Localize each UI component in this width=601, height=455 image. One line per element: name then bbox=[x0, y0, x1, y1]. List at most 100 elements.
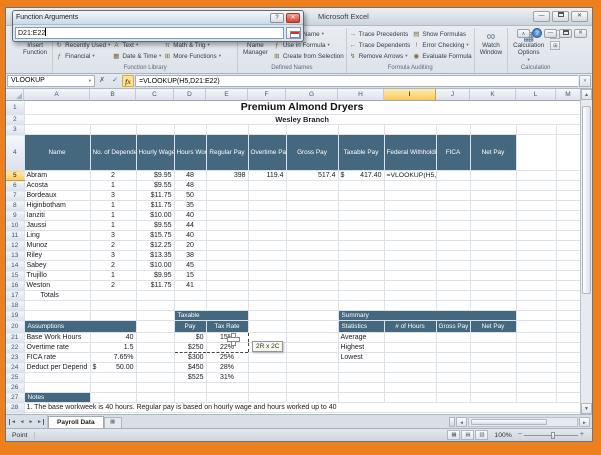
cell[interactable] bbox=[556, 291, 580, 301]
cell-overtime-pay[interactable]: 119.4 bbox=[248, 171, 286, 181]
cell[interactable] bbox=[556, 211, 580, 221]
totals-label-cell[interactable]: Totals bbox=[24, 291, 90, 301]
header-net[interactable]: Net Pay bbox=[470, 135, 516, 171]
tab-last-icon[interactable]: ► bbox=[36, 419, 44, 425]
insert-function-fx-button[interactable]: fx bbox=[122, 75, 134, 87]
cell[interactable] bbox=[436, 393, 470, 403]
show-formulas-button[interactable]: ▤Show Formulas bbox=[412, 29, 471, 39]
financial-button[interactable]: ƒFinancial▾ bbox=[55, 51, 110, 61]
workbook-minimize-icon[interactable]: — bbox=[544, 29, 557, 38]
cell[interactable] bbox=[248, 383, 286, 393]
cell-name[interactable]: Bordeaux bbox=[24, 191, 90, 201]
row-header[interactable]: 3 bbox=[6, 125, 24, 135]
column-header-f[interactable]: F bbox=[248, 89, 286, 101]
cell-hours[interactable]: 48 bbox=[174, 171, 206, 181]
cell[interactable] bbox=[470, 221, 516, 231]
column-header-k[interactable]: K bbox=[470, 89, 516, 101]
scroll-down-icon[interactable]: ▼ bbox=[581, 403, 592, 414]
cell[interactable] bbox=[206, 221, 248, 231]
cell[interactable] bbox=[248, 191, 286, 201]
active-cell-i5[interactable]: =VLOOKUP(H5,D21:E22) bbox=[384, 171, 436, 181]
scroll-left-icon[interactable]: ◄ bbox=[456, 417, 467, 427]
row-header[interactable]: 27 bbox=[6, 393, 24, 403]
cell[interactable] bbox=[516, 271, 556, 281]
cell[interactable] bbox=[338, 181, 384, 191]
column-header-g[interactable]: G bbox=[286, 89, 338, 101]
name-box-dropdown-icon[interactable]: ▾ bbox=[89, 75, 91, 86]
cell[interactable] bbox=[384, 343, 436, 353]
cell[interactable] bbox=[470, 241, 516, 251]
dialog-reference-input[interactable]: D21:E22 bbox=[15, 27, 284, 39]
cell-name[interactable]: Munoz bbox=[24, 241, 90, 251]
cell-dependents[interactable]: 1 bbox=[90, 221, 136, 231]
summary-col-hours[interactable]: # of Hours bbox=[384, 321, 436, 333]
cell[interactable] bbox=[470, 353, 516, 363]
cell[interactable] bbox=[384, 271, 436, 281]
cell[interactable] bbox=[516, 261, 556, 271]
cell[interactable] bbox=[470, 191, 516, 201]
cell-wage[interactable]: $15.75 bbox=[136, 231, 174, 241]
cell[interactable] bbox=[338, 373, 384, 383]
cell[interactable] bbox=[436, 231, 470, 241]
cell[interactable] bbox=[248, 231, 286, 241]
cell[interactable] bbox=[556, 191, 580, 201]
cell-dependents[interactable]: 3 bbox=[90, 251, 136, 261]
tax-pay-cell[interactable]: $250 bbox=[174, 343, 206, 353]
column-header-c[interactable]: C bbox=[136, 89, 174, 101]
cell[interactable] bbox=[286, 343, 338, 353]
notes-header[interactable]: Notes bbox=[24, 393, 90, 403]
cell[interactable] bbox=[338, 363, 384, 373]
cell-hours[interactable]: 41 bbox=[174, 281, 206, 291]
cell[interactable] bbox=[206, 125, 248, 135]
column-header-i-selected[interactable]: I bbox=[384, 89, 436, 101]
cell[interactable] bbox=[286, 271, 338, 281]
assumption-label[interactable]: Deduct per Depend bbox=[24, 363, 90, 373]
cell[interactable] bbox=[470, 393, 516, 403]
summary-header-top[interactable]: Summary bbox=[338, 311, 516, 321]
cell[interactable] bbox=[286, 383, 338, 393]
cell-wage[interactable]: $9.55 bbox=[136, 181, 174, 191]
cell[interactable] bbox=[206, 241, 248, 251]
row-header[interactable]: 7 bbox=[6, 191, 24, 201]
select-all-corner[interactable] bbox=[6, 89, 24, 101]
cell[interactable] bbox=[136, 343, 174, 353]
cell[interactable] bbox=[90, 373, 136, 383]
vertical-scroll-thumb[interactable] bbox=[582, 106, 591, 294]
cell[interactable] bbox=[516, 383, 556, 393]
cell[interactable] bbox=[436, 291, 470, 301]
cell[interactable] bbox=[286, 191, 338, 201]
cell-taxable-pay[interactable]: $417.40 bbox=[338, 171, 384, 181]
header-fed-tax[interactable]: Federal Withholding Tax bbox=[384, 135, 436, 171]
row-header[interactable]: 22 bbox=[6, 343, 24, 353]
tax-rate-cell[interactable]: 25% bbox=[206, 353, 248, 363]
summary-col-gross[interactable]: Gross Pay bbox=[436, 321, 470, 333]
zoom-slider[interactable]: − + bbox=[518, 431, 584, 439]
cell[interactable] bbox=[24, 301, 90, 311]
date-time-button[interactable]: ▦Date & Time▾ bbox=[112, 51, 161, 61]
header-name[interactable]: Name bbox=[24, 135, 90, 171]
cell[interactable] bbox=[556, 333, 580, 343]
cell[interactable] bbox=[436, 363, 470, 373]
row-header[interactable]: 17 bbox=[6, 291, 24, 301]
cell[interactable] bbox=[436, 241, 470, 251]
cell[interactable] bbox=[338, 261, 384, 271]
cell[interactable] bbox=[136, 353, 174, 363]
cell[interactable] bbox=[516, 191, 556, 201]
cell[interactable] bbox=[24, 383, 90, 393]
zoom-level[interactable]: 100% bbox=[494, 432, 511, 439]
cancel-button[interactable]: ✗ bbox=[96, 75, 108, 87]
cell-hours[interactable]: 48 bbox=[174, 181, 206, 191]
cell[interactable] bbox=[470, 301, 516, 311]
cell[interactable] bbox=[206, 231, 248, 241]
cell[interactable] bbox=[248, 241, 286, 251]
cell-name[interactable]: Sabey bbox=[24, 261, 90, 271]
cell[interactable] bbox=[248, 373, 286, 383]
row-header[interactable]: 2 bbox=[6, 115, 24, 125]
error-checking-button[interactable]: !Error Checking▾ bbox=[412, 40, 471, 50]
zoom-slider-track[interactable] bbox=[524, 435, 578, 436]
cell[interactable] bbox=[338, 291, 384, 301]
cell[interactable] bbox=[516, 363, 556, 373]
cell[interactable] bbox=[436, 353, 470, 363]
cell-gross-pay[interactable]: 517.4 bbox=[286, 171, 338, 181]
cell[interactable] bbox=[136, 383, 174, 393]
